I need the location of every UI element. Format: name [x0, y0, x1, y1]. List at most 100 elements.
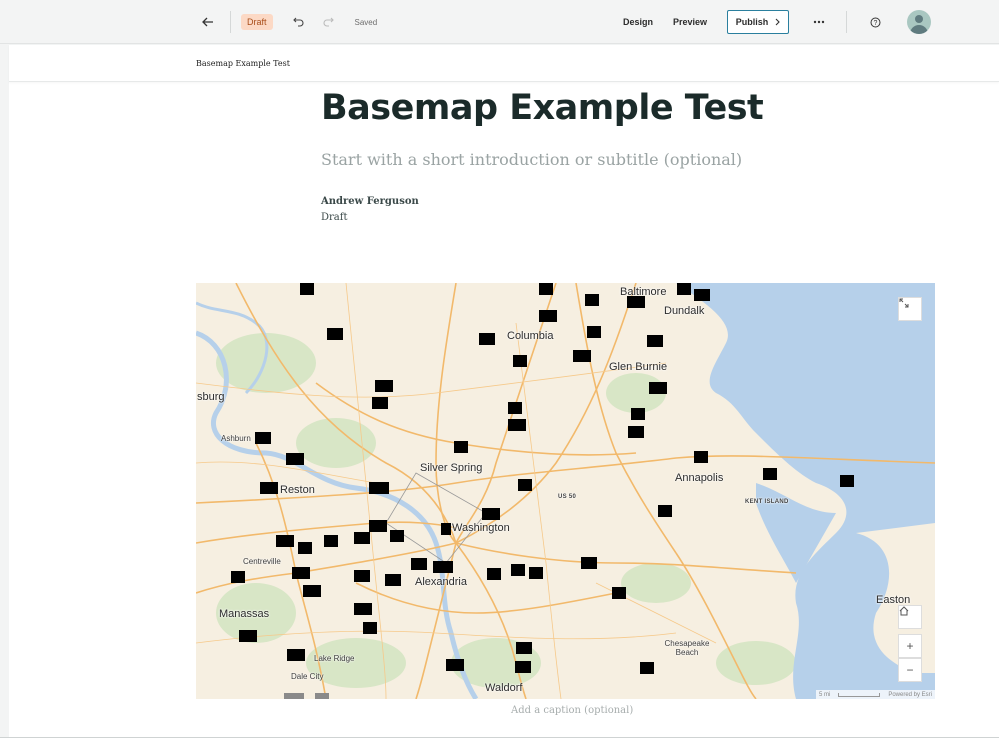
map-label: Washington — [452, 522, 510, 534]
redacted-marker — [539, 310, 557, 322]
redacted-marker — [300, 283, 314, 295]
redacted-marker — [763, 468, 777, 480]
map-attribution: 5 mi Powered by Esri — [815, 690, 935, 699]
redacted-marker — [354, 532, 370, 544]
scale-label: 5 mi — [818, 691, 831, 698]
story-title[interactable]: Basemap Example Test — [321, 88, 764, 128]
redacted-marker — [840, 475, 854, 487]
zoom-out-button[interactable]: − — [898, 658, 922, 682]
map-label: Chesapeake Beach — [664, 639, 710, 657]
redacted-marker — [539, 283, 553, 295]
map-label: US 50 — [558, 494, 577, 500]
redacted-marker — [612, 587, 626, 599]
redacted-marker — [324, 535, 338, 547]
redacted-marker — [516, 642, 532, 654]
design-button[interactable]: Design — [623, 17, 653, 27]
redacted-marker — [255, 432, 271, 444]
chevron-right-icon — [775, 18, 781, 26]
redacted-marker — [640, 662, 654, 674]
redacted-marker — [369, 482, 389, 494]
avatar-icon[interactable] — [907, 10, 931, 34]
redacted-marker — [482, 508, 500, 520]
redacted-marker — [508, 419, 526, 431]
attribution-text[interactable]: Powered by Esri — [888, 692, 932, 698]
author-name: Andrew Ferguson — [321, 196, 419, 207]
redacted-marker — [573, 350, 591, 362]
redacted-marker — [649, 382, 667, 394]
redacted-marker — [303, 585, 321, 597]
redacted-marker — [231, 571, 245, 583]
redacted-marker — [581, 557, 597, 569]
preview-button[interactable]: Preview — [673, 17, 707, 27]
publish-status: Draft — [321, 212, 348, 223]
redacted-marker — [441, 523, 451, 535]
top-toolbar: Draft Saved Design Preview Publish ? — [0, 0, 999, 44]
redacted-marker — [375, 380, 393, 392]
help-icon[interactable]: ? — [863, 10, 887, 34]
redacted-marker — [369, 520, 387, 532]
story-header-bar: Basemap Example Test — [9, 45, 999, 82]
divider — [230, 11, 231, 33]
redacted-marker — [585, 294, 599, 306]
redacted-marker — [446, 659, 464, 671]
redacted-marker — [587, 326, 601, 338]
redacted-marker — [411, 558, 427, 570]
map-label: Dale City — [291, 672, 324, 681]
redacted-marker — [658, 505, 672, 517]
publish-button[interactable]: Publish — [727, 10, 789, 34]
redacted-marker — [363, 622, 377, 634]
svg-text:?: ? — [873, 20, 877, 27]
map-label: Centreville — [243, 557, 281, 566]
redo-icon[interactable] — [317, 10, 341, 34]
undo-icon[interactable] — [287, 10, 311, 34]
map-block[interactable]: Baltimore Dundalk Columbia Glen Burnie s… — [196, 283, 935, 699]
map-label: Dundalk — [664, 305, 705, 317]
map-tab[interactable] — [315, 693, 329, 699]
publish-label: Publish — [735, 17, 769, 27]
subtitle-field[interactable]: Start with a short introduction or subti… — [321, 150, 742, 169]
redacted-marker — [631, 408, 645, 420]
redacted-marker — [260, 482, 278, 494]
breadcrumb: Basemap Example Test — [196, 59, 290, 68]
status-badge: Draft — [241, 14, 273, 30]
caption-field[interactable]: Add a caption (optional) — [511, 705, 633, 716]
map-label: Glen Burnie — [609, 361, 668, 373]
redacted-marker — [627, 296, 645, 308]
home-icon[interactable] — [898, 605, 922, 629]
redacted-marker — [647, 335, 663, 347]
redacted-marker — [677, 283, 691, 295]
redacted-marker — [287, 649, 305, 661]
redacted-marker — [454, 441, 468, 453]
map-label: Lake Ridge — [314, 654, 355, 663]
redacted-marker — [529, 567, 543, 579]
redacted-marker — [628, 426, 644, 438]
map-label: Columbia — [507, 330, 554, 342]
redacted-marker — [385, 574, 401, 586]
map-label: sburg — [197, 391, 225, 403]
redacted-marker — [518, 479, 532, 491]
redacted-marker — [511, 564, 525, 576]
redacted-marker — [372, 397, 388, 409]
redacted-marker — [292, 567, 310, 579]
map-label: Reston — [280, 484, 315, 496]
map-label: Silver Spring — [420, 462, 483, 474]
save-status: Saved — [354, 17, 378, 27]
back-arrow-icon[interactable] — [196, 10, 220, 34]
redacted-marker — [433, 561, 453, 573]
redacted-marker — [276, 535, 294, 547]
map-label: KENT ISLAND — [745, 499, 789, 505]
map-label: Manassas — [219, 608, 270, 620]
toolbar-left: Draft Saved — [196, 0, 377, 44]
redacted-marker — [515, 661, 531, 673]
redacted-marker — [513, 355, 527, 367]
more-icon[interactable] — [807, 10, 831, 34]
redacted-marker — [487, 568, 501, 580]
map-tab[interactable] — [284, 693, 304, 699]
redacted-marker — [286, 453, 304, 465]
expand-icon[interactable] — [898, 297, 922, 321]
zoom-in-button[interactable]: + — [898, 634, 922, 658]
map-label: Annapolis — [675, 472, 724, 484]
map-label: Ashburn — [221, 434, 251, 443]
redacted-marker — [390, 530, 404, 542]
redacted-marker — [354, 570, 370, 582]
